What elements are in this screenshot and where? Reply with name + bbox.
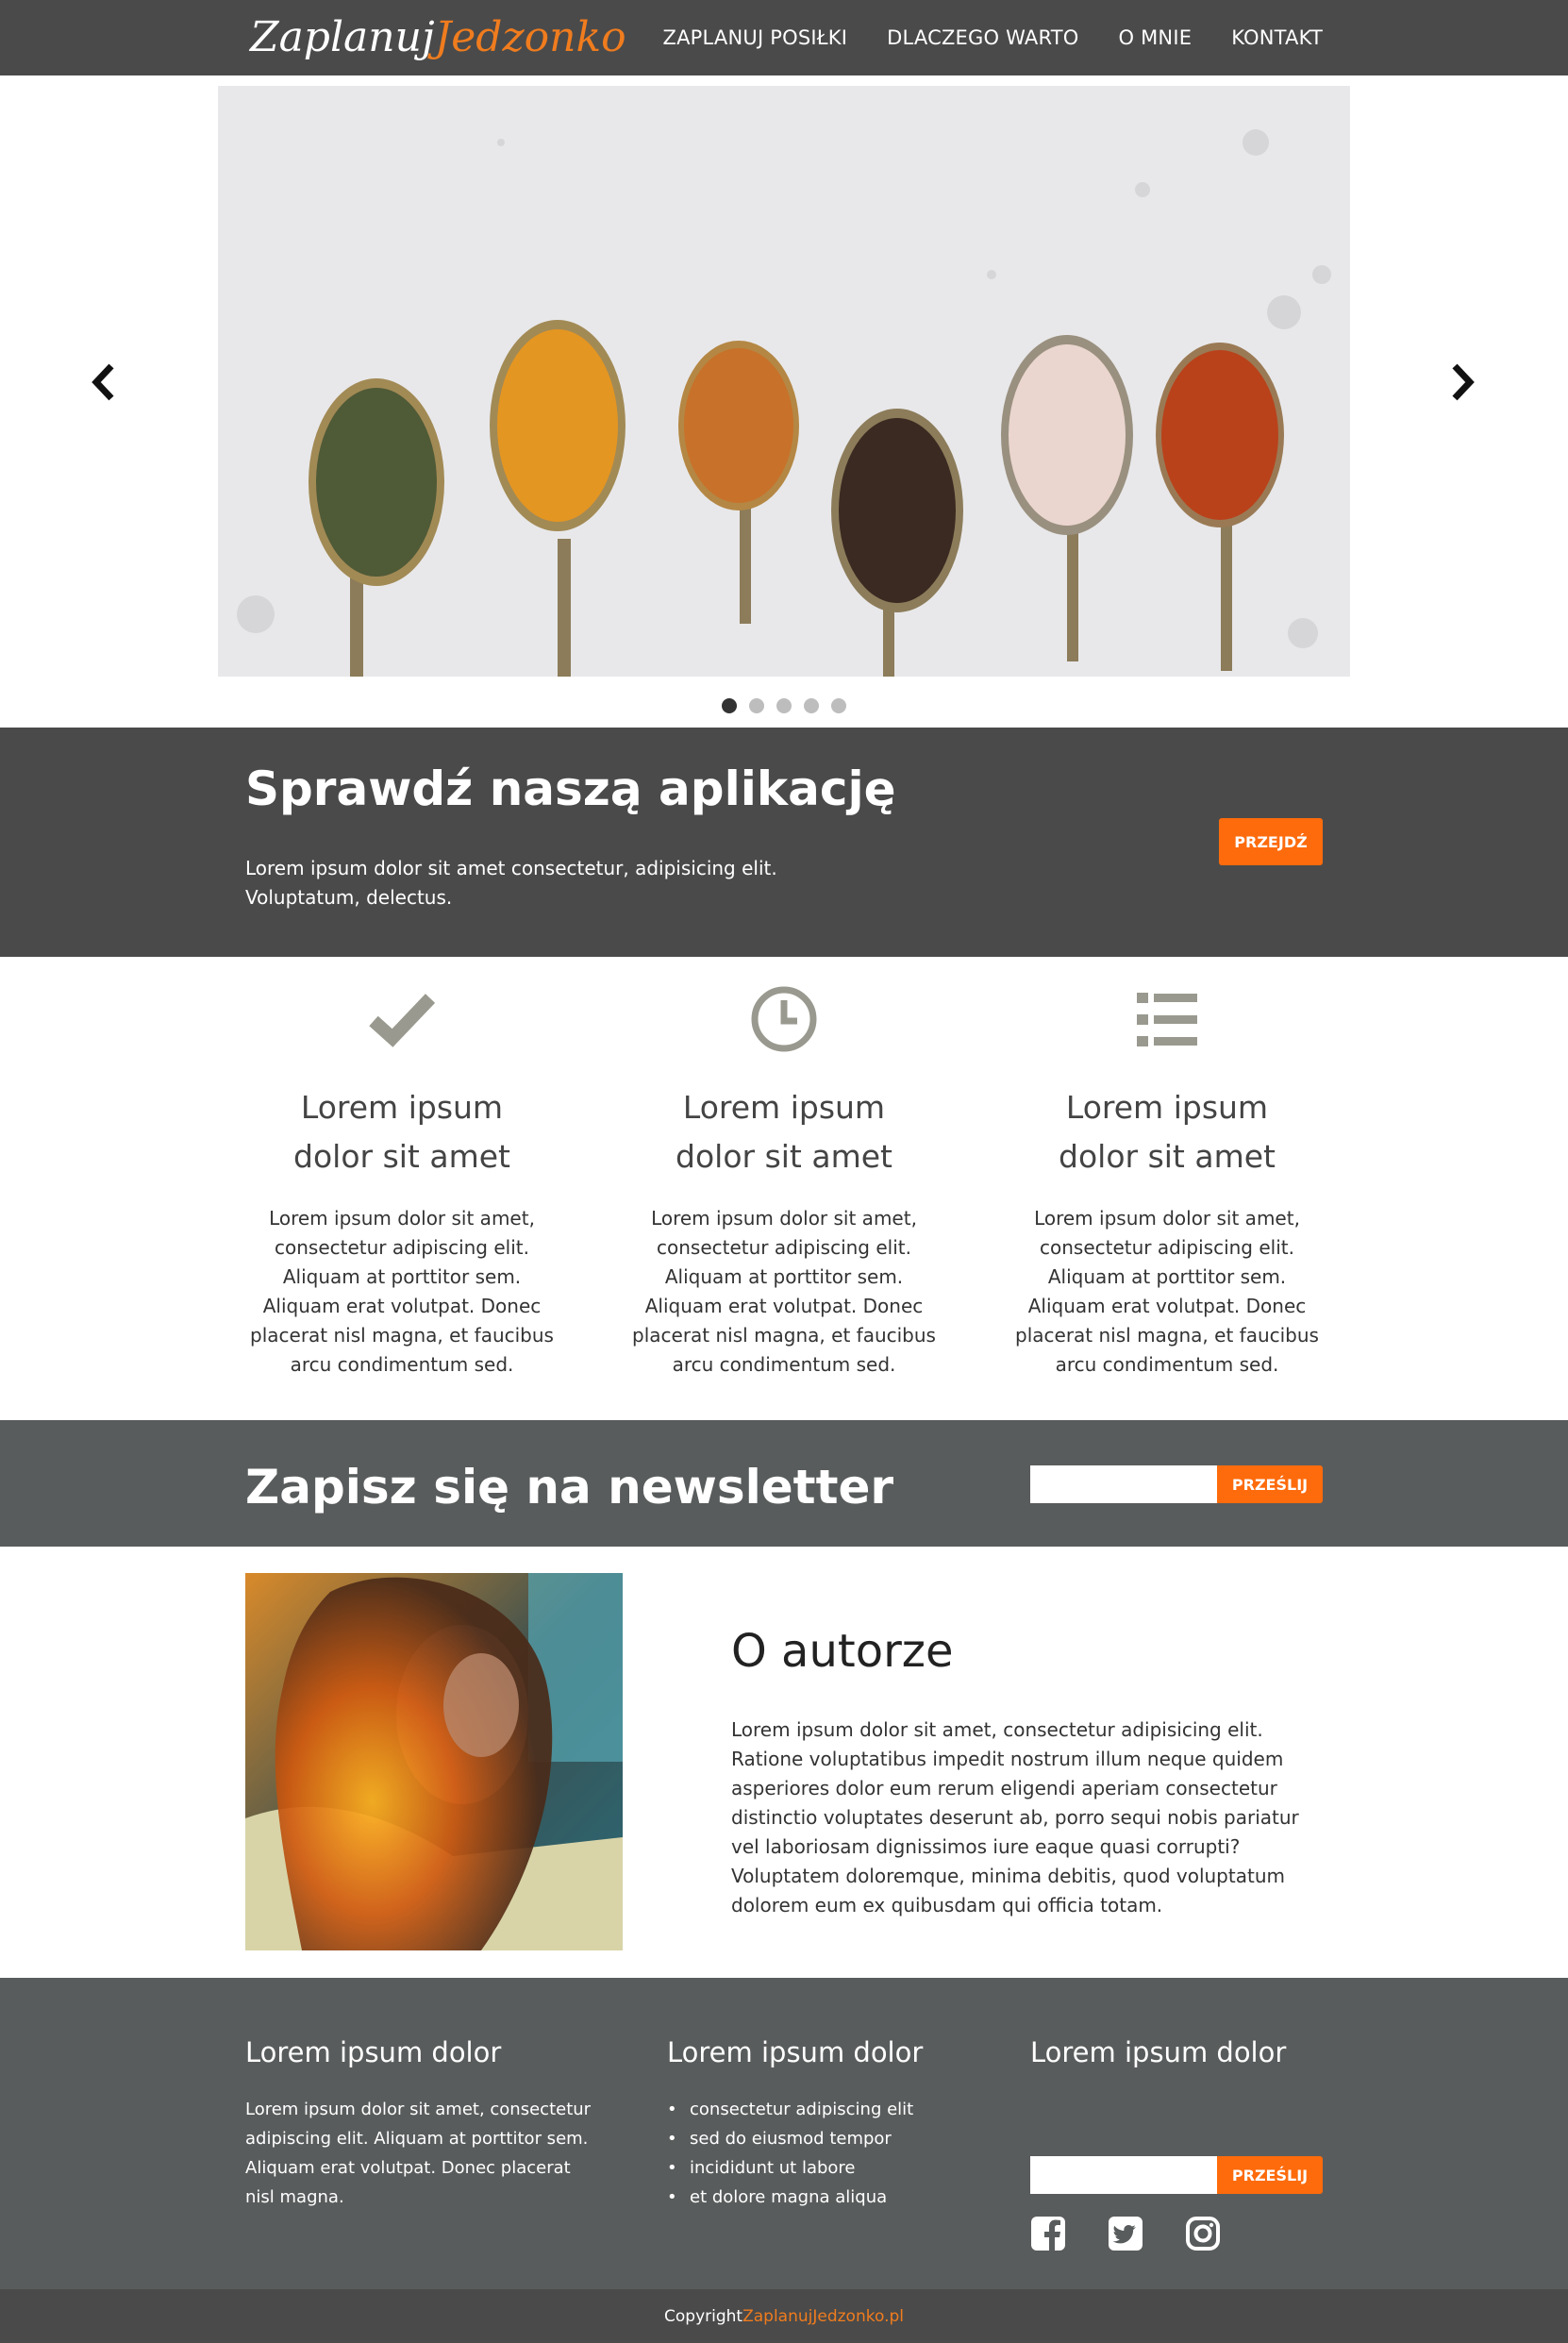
author-photo bbox=[245, 1573, 623, 1950]
check-icon bbox=[369, 994, 436, 1047]
nav-item-plan-meals[interactable]: ZAPLANUJ POSIŁKI bbox=[663, 26, 848, 49]
feature-text: Lorem ipsum dolor sit amet, consectetur … bbox=[1015, 1207, 1319, 1376]
slider-image-spices bbox=[218, 86, 1350, 677]
slider-next-button[interactable] bbox=[1443, 359, 1481, 406]
slider-dot[interactable] bbox=[722, 698, 737, 713]
facebook-icon[interactable] bbox=[1030, 2216, 1066, 2251]
feature-text: Lorem ipsum dolor sit amet, consectetur … bbox=[250, 1207, 554, 1376]
app-banner-title: Sprawdź naszą aplikację bbox=[245, 761, 896, 816]
app-banner-text: Lorem ipsum dolor sit amet consectetur, … bbox=[245, 857, 777, 909]
newsletter-title: Zapisz się na newsletter bbox=[245, 1460, 894, 1515]
list-icon bbox=[1137, 993, 1197, 1046]
footer-column-title: Lorem ipsum dolor bbox=[245, 2036, 502, 2068]
feature-title-line2: dolor sit amet bbox=[293, 1138, 510, 1175]
footer-column-title: Lorem ipsum dolor bbox=[667, 2036, 924, 2068]
footer-column: Lorem ipsum dolor PRZEŚLIJ bbox=[1030, 2036, 1332, 2282]
footer-email-input[interactable] bbox=[1030, 2156, 1217, 2194]
main-nav: ZAPLANUJ POSIŁKI DLACZEGO WARTO O MNIE K… bbox=[663, 0, 1323, 75]
feature-card: Lorem ipsum dolor sit amet Lorem ipsum do… bbox=[242, 981, 562, 1380]
site-footer: Lorem ipsum dolor Lorem ipsum dolor sit … bbox=[0, 1978, 1568, 2289]
footer-column-title: Lorem ipsum dolor bbox=[1030, 2036, 1287, 2068]
list-item: incididunt ut labore bbox=[667, 2153, 923, 2183]
feature-text: Lorem ipsum dolor sit amet, consectetur … bbox=[632, 1207, 936, 1376]
newsletter-section: Zapisz się na newsletter PRZEŚLIJ bbox=[0, 1420, 1568, 1547]
list-item: consectetur adipiscing elit bbox=[667, 2095, 923, 2124]
feature-title-line2: dolor sit amet bbox=[1059, 1138, 1276, 1175]
nav-item-contact[interactable]: KONTAKT bbox=[1231, 26, 1323, 49]
feature-title-line2: dolor sit amet bbox=[676, 1138, 892, 1175]
feature-title-line1: Lorem ipsum bbox=[300, 1089, 504, 1126]
footer-column-text: Lorem ipsum dolor sit amet, consectetur … bbox=[245, 2100, 592, 2207]
feature-title-line1: Lorem ipsum bbox=[682, 1089, 886, 1126]
logo-part2: Jedzonko bbox=[434, 13, 626, 61]
chevron-right-icon bbox=[1452, 363, 1475, 401]
newsletter-email-input[interactable] bbox=[1030, 1465, 1217, 1503]
nav-item-about-me[interactable]: O MNIE bbox=[1119, 26, 1193, 49]
slider-prev-button[interactable] bbox=[85, 359, 123, 406]
logo[interactable]: ZaplanujJedzonko bbox=[250, 9, 626, 66]
instagram-icon[interactable] bbox=[1185, 2216, 1221, 2251]
about-text: Lorem ipsum dolor sit amet, consectetur … bbox=[731, 1718, 1299, 1916]
go-button[interactable]: PRZEJDŹ bbox=[1219, 818, 1323, 865]
slider-dot[interactable] bbox=[804, 698, 819, 713]
slider-dot[interactable] bbox=[831, 698, 846, 713]
social-links bbox=[1030, 2216, 1221, 2251]
slider-dot[interactable] bbox=[776, 698, 792, 713]
twitter-icon[interactable] bbox=[1108, 2216, 1143, 2251]
nav-item-why[interactable]: DLACZEGO WARTO bbox=[887, 26, 1078, 49]
feature-card: Lorem ipsum dolor sit amet Lorem ipsum do… bbox=[624, 981, 944, 1380]
app-banner: Sprawdź naszą aplikację Lorem ipsum dolo… bbox=[0, 728, 1568, 957]
newsletter-submit-button[interactable]: PRZEŚLIJ bbox=[1217, 1465, 1323, 1503]
copyright-text: Copyright bbox=[664, 2306, 743, 2326]
footer-submit-button[interactable]: PRZEŚLIJ bbox=[1217, 2156, 1323, 2194]
feature-card: Lorem ipsum dolor sit amet Lorem ipsum do… bbox=[1007, 981, 1327, 1380]
footer-list: consectetur adipiscing elit sed do eiusm… bbox=[667, 2095, 923, 2212]
feature-title-line1: Lorem ipsum bbox=[1065, 1089, 1269, 1126]
feature-title: Lorem ipsum dolor sit amet bbox=[1007, 1083, 1327, 1181]
footer-column: Lorem ipsum dolor Lorem ipsum dolor sit … bbox=[245, 2036, 594, 2212]
list-item: sed do eiusmod tempor bbox=[667, 2124, 923, 2153]
clock-icon bbox=[751, 986, 817, 1052]
copyright-bar: Copyright ZaplanujJedzonko.pl bbox=[0, 2289, 1568, 2343]
site-header: ZaplanujJedzonko ZAPLANUJ POSIŁKI DLACZE… bbox=[0, 0, 1568, 75]
feature-title: Lorem ipsum dolor sit amet bbox=[242, 1083, 562, 1181]
logo-part1: Zaplanuj bbox=[250, 13, 435, 61]
feature-title: Lorem ipsum dolor sit amet bbox=[624, 1083, 944, 1181]
about-title: O autorze bbox=[731, 1625, 954, 1678]
chevron-left-icon bbox=[92, 363, 114, 401]
list-item: et dolore magna aliqua bbox=[667, 2183, 923, 2212]
slider-dots bbox=[722, 698, 846, 713]
copyright-link[interactable]: ZaplanujJedzonko.pl bbox=[742, 2307, 904, 2326]
footer-column: Lorem ipsum dolor consectetur adipiscing… bbox=[667, 2036, 923, 2212]
slider-dot[interactable] bbox=[749, 698, 764, 713]
